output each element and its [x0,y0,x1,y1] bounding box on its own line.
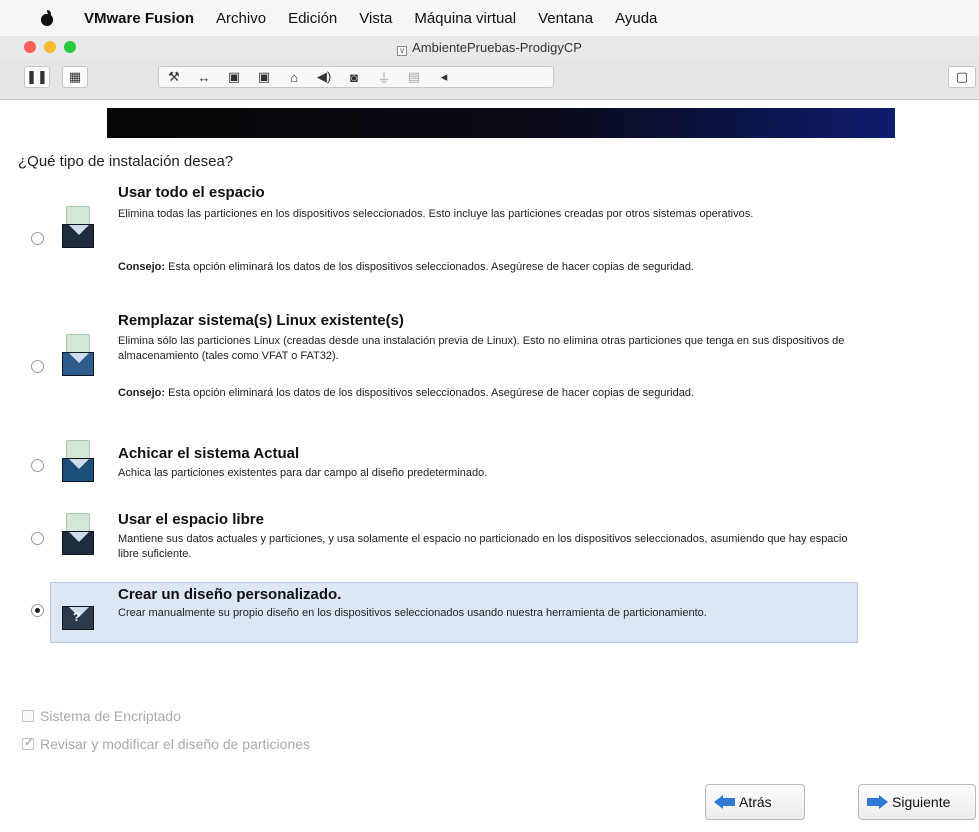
window-titlebar: v AmbientePruebas-ProdigyCP [0,36,979,58]
option-title: Usar todo el espacio [118,184,265,201]
audio-icon[interactable]: ◀) [309,69,339,85]
install-type-question: ¿Qué tipo de instalación desea? [18,153,234,170]
menu-ventana[interactable]: Ventana [538,10,593,27]
resize-arrows-icon[interactable]: ↔ [189,70,219,85]
custom-layout-icon: ? [62,598,96,630]
disk-replace-icon [62,334,96,378]
tip-label: Consejo: [118,387,166,399]
review-layout-checkbox[interactable] [22,735,34,750]
option-description: Crear manualmente su propio diseño en lo… [118,607,707,619]
option-description: Elimina sólo las particiones Linux (crea… [118,335,845,362]
tip-label: Consejo: [118,261,166,273]
option-tip: Consejo: Esta opción eliminará los datos… [118,386,848,401]
tip-text: Esta opción eliminará los datos de los d… [165,387,694,399]
option-description: Elimina todas las particiones en los dis… [118,208,754,220]
window-title-text: AmbientePruebas-ProdigyCP [412,40,582,55]
option-title: Usar el espacio libre [118,511,264,528]
pause-icon[interactable]: ❚❚ [24,66,50,88]
printer-icon[interactable]: ⌂ [279,70,309,85]
option-tip: Consejo: Esta opción eliminará los datos… [118,260,848,275]
next-button[interactable]: Siguiente [858,784,976,820]
vm-toolbar: ❚❚ ▦ ⚒ ↔ ▣ ▣ ⌂ ◀) ◙ ⏚ ▤ ◂ ▢ [0,58,979,100]
radio-use-free-space[interactable] [31,532,44,545]
option-description: Achica las particiones existentes para d… [118,467,488,479]
device-toolbar-group: ⚒ ↔ ▣ ▣ ⌂ ◀) ◙ ⏚ ▤ ◂ [158,66,554,88]
snapshot-icon[interactable]: ▦ [62,66,88,88]
fullscreen-icon[interactable]: ▢ [948,66,976,88]
encryption-checkbox-row[interactable]: Sistema de Encriptado [22,708,181,724]
radio-custom-layout[interactable] [31,604,44,617]
menu-maquina-virtual[interactable]: Máquina virtual [414,10,516,27]
encryption-checkbox-label: Sistema de Encriptado [40,708,181,724]
back-button[interactable]: Atrás [705,784,805,820]
apple-icon[interactable] [40,10,54,26]
radio-use-all-space[interactable] [31,232,44,245]
next-button-label: Siguiente [892,794,951,810]
installer-banner [107,108,895,138]
encryption-checkbox[interactable] [22,710,34,722]
menu-bar: VMware Fusion Archivo Edición Vista Máqu… [0,0,979,36]
window-title: v AmbientePruebas-ProdigyCP [0,40,979,56]
arrow-left-icon [714,795,736,809]
disk-shrink-icon [62,440,96,484]
option-title: Crear un diseño personalizado. [118,586,342,603]
menu-archivo[interactable]: Archivo [216,10,266,27]
review-layout-checkbox-row[interactable]: Revisar y modificar el diseño de partici… [22,735,311,752]
disk-wipe-icon [62,206,96,250]
arrow-right-icon [867,795,889,809]
menu-app-name[interactable]: VMware Fusion [84,10,194,27]
network-icon[interactable]: ▤ [399,69,429,85]
more-chevron-icon[interactable]: ◂ [429,69,459,85]
tip-text: Esta opción eliminará los datos de los d… [165,261,694,273]
option-title: Achicar el sistema Actual [118,445,300,462]
menu-edicion[interactable]: Edición [288,10,337,27]
back-button-label: Atrás [739,794,772,810]
usb-icon[interactable]: ⏚ [369,68,399,87]
disk-2-icon[interactable]: ▣ [249,69,279,85]
review-layout-checkbox-label: Revisar y modificar el diseño de partici… [40,736,311,752]
option-title: Remplazar sistema(s) Linux existente(s) [118,312,404,329]
disk-icon[interactable]: ▣ [219,69,249,85]
camera-icon[interactable]: ◙ [339,70,369,85]
radio-shrink-current[interactable] [31,459,44,472]
option-description: Mantiene sus datos actuales y particione… [118,533,848,560]
menu-vista[interactable]: Vista [359,10,392,27]
disk-free-space-icon [62,513,96,557]
settings-wrench-icon[interactable]: ⚒ [159,69,189,85]
menu-ayuda[interactable]: Ayuda [615,10,657,27]
vm-document-icon: v [397,46,408,56]
radio-replace-linux[interactable] [31,360,44,373]
